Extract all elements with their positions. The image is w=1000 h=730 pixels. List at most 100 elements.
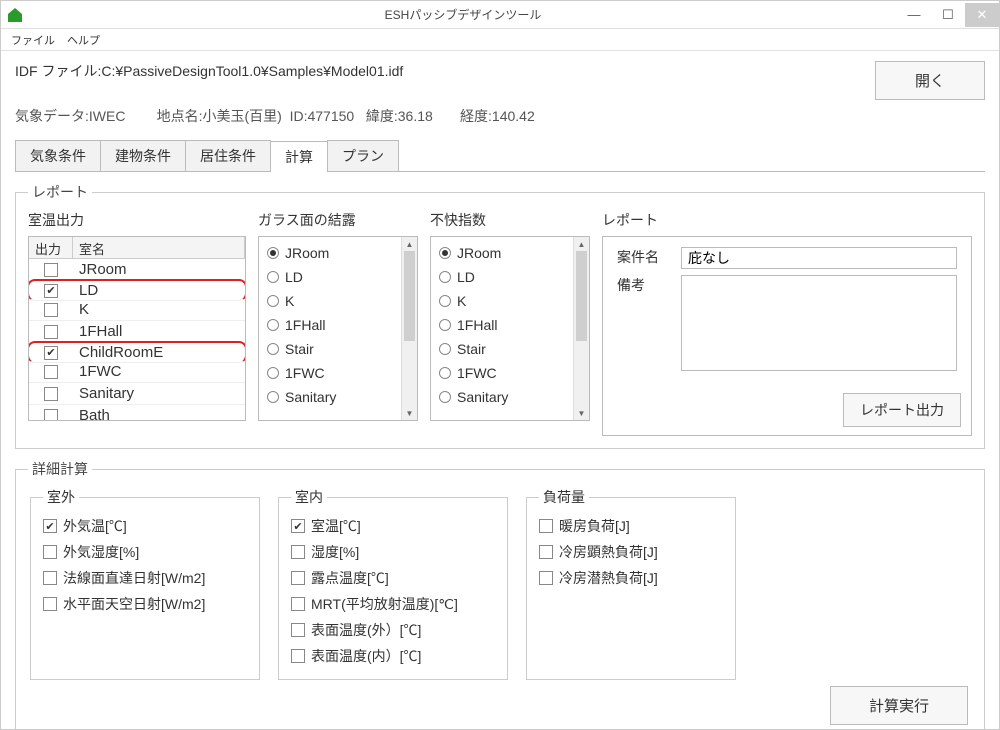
- check-option[interactable]: 表面温度(外）[℃]: [291, 617, 495, 643]
- check-option[interactable]: ✔室温[℃]: [291, 513, 495, 539]
- check-option[interactable]: 露点温度[℃]: [291, 565, 495, 591]
- check-option[interactable]: 外気湿度[%]: [43, 539, 247, 565]
- report-form-title: レポート: [602, 210, 972, 230]
- radio-option[interactable]: Stair: [439, 337, 565, 361]
- scrollbar[interactable]: ▲▼: [573, 237, 589, 420]
- table-row[interactable]: Bath: [29, 405, 245, 421]
- minimize-button[interactable]: —: [897, 3, 931, 27]
- radio-icon: [267, 295, 279, 307]
- table-row[interactable]: 1FWC: [29, 361, 245, 383]
- discomfort-list: JRoomLDK1FHallStair1FWCSanitary ▲▼: [430, 236, 590, 421]
- checkbox-icon[interactable]: [44, 303, 58, 317]
- room-name: JRoom: [73, 261, 245, 278]
- radio-option[interactable]: LD: [267, 265, 393, 289]
- tab-建物条件[interactable]: 建物条件: [100, 140, 186, 171]
- checkbox-icon[interactable]: ✔: [44, 284, 58, 298]
- radio-option[interactable]: K: [267, 289, 393, 313]
- condensation-title: ガラス面の結露: [258, 210, 418, 230]
- idf-path: IDF ファイル:C:¥PassiveDesignTool1.0¥Samples…: [15, 61, 865, 81]
- table-row[interactable]: JRoom: [29, 259, 245, 281]
- checkbox-icon[interactable]: [44, 325, 58, 339]
- window-title: ESHパッシブデザインツール: [29, 6, 897, 23]
- close-button[interactable]: ✕: [965, 3, 999, 27]
- radio-option[interactable]: Sanitary: [439, 385, 565, 409]
- checkbox-icon: [43, 597, 57, 611]
- check-option[interactable]: 法線面直達日射[W/m2]: [43, 565, 247, 591]
- table-row[interactable]: Sanitary: [29, 383, 245, 405]
- checkbox-icon: [539, 519, 553, 533]
- checkbox-icon[interactable]: [44, 387, 58, 401]
- checkbox-icon: [291, 545, 305, 559]
- check-option[interactable]: ✔外気温[℃]: [43, 513, 247, 539]
- checkbox-icon: [43, 571, 57, 585]
- memo-textarea[interactable]: [681, 275, 957, 371]
- checkbox-icon[interactable]: [44, 263, 58, 277]
- radio-icon: [439, 343, 451, 355]
- room-output-title: 室温出力: [28, 210, 246, 230]
- checkbox-icon: [291, 597, 305, 611]
- checkbox-icon[interactable]: [44, 365, 58, 379]
- radio-icon: [439, 391, 451, 403]
- detail-calc-group: 詳細計算 室外 ✔外気温[℃]外気湿度[%]法線面直達日射[W/m2]水平面天空…: [15, 459, 985, 729]
- radio-icon: [267, 367, 279, 379]
- menu-file[interactable]: ファイル: [7, 30, 59, 50]
- menu-help[interactable]: ヘルプ: [63, 30, 104, 50]
- checkbox-icon: [539, 571, 553, 585]
- radio-option[interactable]: 1FHall: [267, 313, 393, 337]
- radio-icon: [267, 247, 279, 259]
- check-option[interactable]: 表面温度(内）[℃]: [291, 643, 495, 669]
- discomfort-title: 不快指数: [430, 210, 590, 230]
- menubar: ファイル ヘルプ: [1, 29, 999, 51]
- app-window: ESHパッシブデザインツール — ☐ ✕ ファイル ヘルプ IDF ファイル:C…: [0, 0, 1000, 730]
- room-name: K: [73, 301, 245, 318]
- checkbox-icon[interactable]: ✔: [44, 346, 58, 360]
- check-option[interactable]: MRT(平均放射温度)[℃]: [291, 591, 495, 617]
- radio-option[interactable]: K: [439, 289, 565, 313]
- check-option[interactable]: 水平面天空日射[W/m2]: [43, 591, 247, 617]
- tab-居住条件[interactable]: 居住条件: [185, 140, 271, 171]
- checkbox-icon[interactable]: [44, 409, 58, 422]
- table-row[interactable]: 1FHall: [29, 321, 245, 343]
- scrollbar[interactable]: ▲▼: [401, 237, 417, 420]
- room-name: 1FWC: [73, 363, 245, 380]
- case-name-input[interactable]: [681, 247, 957, 269]
- radio-option[interactable]: LD: [439, 265, 565, 289]
- tab-プラン[interactable]: プラン: [327, 140, 399, 171]
- check-option[interactable]: 冷房潜熱負荷[J]: [539, 565, 723, 591]
- check-option[interactable]: 冷房顕熱負荷[J]: [539, 539, 723, 565]
- open-button[interactable]: 開く: [875, 61, 985, 100]
- tab-計算[interactable]: 計算: [270, 141, 328, 172]
- radio-icon: [267, 391, 279, 403]
- col-output[interactable]: 出力: [29, 237, 73, 258]
- check-option[interactable]: 暖房負荷[J]: [539, 513, 723, 539]
- room-name: Bath: [73, 407, 245, 421]
- radio-option[interactable]: 1FWC: [439, 361, 565, 385]
- indoor-group: 室内 ✔室温[℃]湿度[%]露点温度[℃]MRT(平均放射温度)[℃]表面温度(…: [278, 487, 508, 680]
- radio-option[interactable]: JRoom: [267, 241, 393, 265]
- calc-run-button[interactable]: 計算実行: [830, 686, 968, 725]
- maximize-button[interactable]: ☐: [931, 3, 965, 27]
- load-group: 負荷量 暖房負荷[J]冷房顕熱負荷[J]冷房潜熱負荷[J]: [526, 487, 736, 680]
- radio-option[interactable]: 1FWC: [267, 361, 393, 385]
- check-option[interactable]: 湿度[%]: [291, 539, 495, 565]
- checkbox-icon: ✔: [43, 519, 57, 533]
- table-row[interactable]: ✔ LD: [29, 279, 245, 301]
- table-row[interactable]: K: [29, 299, 245, 321]
- tab-strip: 気象条件建物条件居住条件計算プラン: [15, 140, 985, 172]
- outdoor-group: 室外 ✔外気温[℃]外気湿度[%]法線面直達日射[W/m2]水平面天空日射[W/…: [30, 487, 260, 680]
- report-output-button[interactable]: レポート出力: [843, 393, 961, 427]
- tab-気象条件[interactable]: 気象条件: [15, 140, 101, 171]
- radio-icon: [439, 295, 451, 307]
- table-row[interactable]: ✔ ChildRoomE: [29, 341, 245, 363]
- report-form: 案件名 備考 レポート出力: [602, 236, 972, 436]
- col-room[interactable]: 室名: [73, 237, 245, 258]
- radio-option[interactable]: 1FHall: [439, 313, 565, 337]
- checkbox-icon: [43, 545, 57, 559]
- radio-option[interactable]: Sanitary: [267, 385, 393, 409]
- radio-option[interactable]: Stair: [267, 337, 393, 361]
- checkbox-icon: [539, 545, 553, 559]
- room-name: LD: [73, 282, 245, 299]
- radio-icon: [267, 271, 279, 283]
- room-name: ChildRoomE: [73, 344, 245, 361]
- radio-option[interactable]: JRoom: [439, 241, 565, 265]
